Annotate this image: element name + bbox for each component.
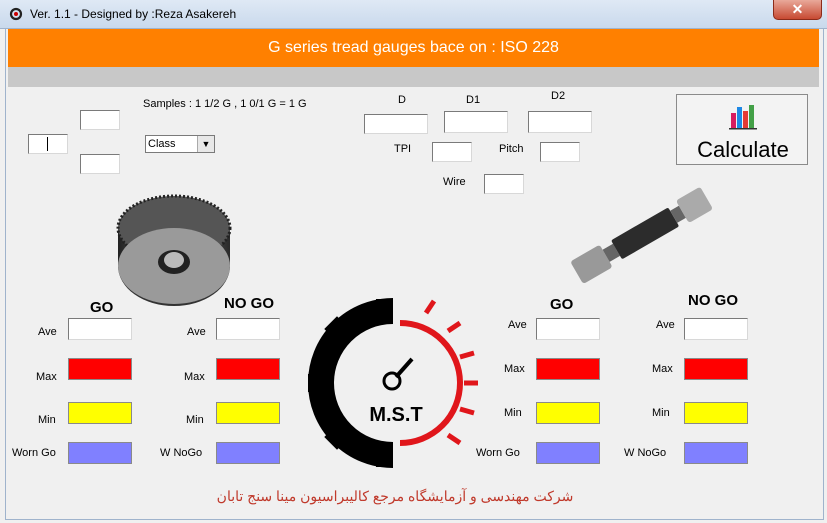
right-worn-nogo-box bbox=[684, 442, 748, 464]
close-button[interactable]: ✕ bbox=[773, 0, 822, 20]
left-nogo-max-label: Max bbox=[184, 371, 205, 383]
right-go-min-box bbox=[536, 402, 600, 424]
app-gear-icon bbox=[9, 7, 23, 21]
label-d: D bbox=[398, 94, 406, 106]
label-d2: D2 bbox=[551, 90, 566, 102]
label-tpi: TPI bbox=[394, 143, 412, 155]
right-go-header: GO bbox=[550, 296, 574, 313]
right-nogo-max-box bbox=[684, 358, 748, 380]
left-go-header: GO bbox=[90, 299, 114, 316]
left-worn-go-box bbox=[68, 442, 132, 464]
mst-logo: M.S.T bbox=[308, 298, 478, 468]
input-pitch[interactable] bbox=[540, 142, 580, 162]
left-go-max-label: Max bbox=[36, 371, 57, 383]
input-wire[interactable] bbox=[484, 174, 524, 194]
input-thread-size[interactable] bbox=[28, 134, 68, 154]
left-go-max-box bbox=[68, 358, 132, 380]
chevron-down-icon[interactable]: ▼ bbox=[197, 136, 214, 152]
bar-chart-icon bbox=[729, 105, 757, 130]
right-go-max-label: Max bbox=[504, 363, 525, 375]
left-go-ave-input[interactable] bbox=[68, 318, 132, 340]
left-nogo-header: NO GO bbox=[224, 295, 275, 312]
left-nogo-ave-label: Ave bbox=[187, 326, 206, 338]
right-go-ave-input[interactable] bbox=[536, 318, 600, 340]
label-d1: D1 bbox=[466, 94, 481, 106]
right-nogo-header: NO GO bbox=[688, 292, 739, 309]
input-d[interactable] bbox=[364, 114, 428, 134]
calculate-label: Calculate bbox=[697, 137, 789, 162]
window-title: Ver. 1.1 - Designed by :Reza Asakereh bbox=[30, 7, 237, 21]
class-select[interactable]: Class ▼ bbox=[145, 135, 215, 153]
right-nogo-min-box bbox=[684, 402, 748, 424]
right-nogo-min-label: Min bbox=[652, 407, 670, 419]
left-worn-nogo-box bbox=[216, 442, 280, 464]
left-go-min-label: Min bbox=[38, 414, 56, 426]
gray-separator bbox=[8, 67, 819, 87]
left-worn-go-label: Worn Go bbox=[12, 447, 56, 459]
label-pitch: Pitch bbox=[499, 143, 524, 155]
right-go-ave-label: Ave bbox=[508, 319, 527, 331]
input-d2[interactable] bbox=[528, 111, 592, 133]
right-go-max-box bbox=[536, 358, 600, 380]
class-select-value: Class bbox=[148, 138, 176, 150]
text-cursor bbox=[47, 137, 48, 151]
right-worn-go-label: Worn Go bbox=[476, 447, 520, 459]
input-top-left-b[interactable] bbox=[80, 154, 120, 174]
left-nogo-min-box bbox=[216, 402, 280, 424]
left-nogo-min-label: Min bbox=[186, 414, 204, 426]
input-tpi[interactable] bbox=[432, 142, 472, 162]
ring-gauge-image bbox=[116, 194, 232, 306]
left-go-min-box bbox=[68, 402, 132, 424]
label-wire: Wire bbox=[443, 176, 466, 188]
left-worn-nogo-label: W NoGo bbox=[160, 447, 203, 459]
right-nogo-max-label: Max bbox=[652, 363, 673, 375]
input-d1[interactable] bbox=[444, 111, 508, 133]
left-nogo-max-box bbox=[216, 358, 280, 380]
input-top-left-a[interactable] bbox=[80, 110, 120, 130]
right-worn-go-box bbox=[536, 442, 600, 464]
right-nogo-ave-input[interactable] bbox=[684, 318, 748, 340]
right-nogo-ave-label: Ave bbox=[656, 319, 675, 331]
right-go-min-label: Min bbox=[504, 407, 522, 419]
calculate-button[interactable]: Calculate bbox=[676, 94, 808, 165]
plug-gauge-image bbox=[571, 187, 712, 284]
left-go-ave-label: Ave bbox=[38, 326, 57, 338]
banner-title: G series tread gauges bace on : ISO 228 bbox=[8, 29, 819, 67]
logo-text: M.S.T bbox=[369, 404, 422, 426]
left-nogo-ave-input[interactable] bbox=[216, 318, 280, 340]
samples-text: Samples : 1 1/2 G , 1 0/1 G = 1 G bbox=[143, 98, 307, 110]
right-worn-nogo-label: W NoGo bbox=[624, 447, 667, 459]
footer-company-name: شرکت مهندسی و آزمایشگاه مرجع کالیبراسیون… bbox=[216, 488, 574, 504]
